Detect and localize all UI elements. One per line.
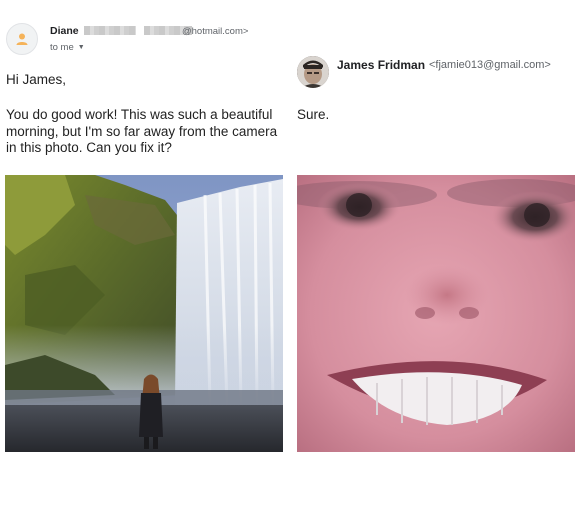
sender-name[interactable]: Diane	[50, 25, 193, 37]
reply-sender-name[interactable]: James Fridman	[337, 58, 425, 72]
waterfall-photo	[5, 175, 283, 452]
redaction-bar	[83, 26, 136, 35]
sender-domain: @hotmail.com>	[182, 26, 249, 37]
person-avatar-icon	[16, 33, 28, 45]
closeup-face-image	[297, 175, 575, 452]
chevron-down-icon: ▼	[77, 44, 85, 51]
edited-closeup-photo	[297, 175, 575, 452]
recipient-details-toggle[interactable]: to me ▼	[50, 42, 85, 53]
recipient-line: to me	[50, 42, 74, 53]
waterfall-photo-image	[5, 175, 283, 452]
email-greeting: Hi James,	[6, 72, 67, 87]
reply-sender-email: <fjamie013@gmail.com>	[429, 59, 551, 71]
reply-sender-avatar[interactable]	[297, 56, 329, 88]
reply-body: Sure.	[297, 107, 330, 122]
sender-name-text: Diane	[50, 25, 79, 37]
email-body: You do good work! This was such a beauti…	[6, 107, 278, 155]
sender-avatar[interactable]	[6, 23, 38, 55]
profile-photo-icon	[297, 56, 329, 88]
